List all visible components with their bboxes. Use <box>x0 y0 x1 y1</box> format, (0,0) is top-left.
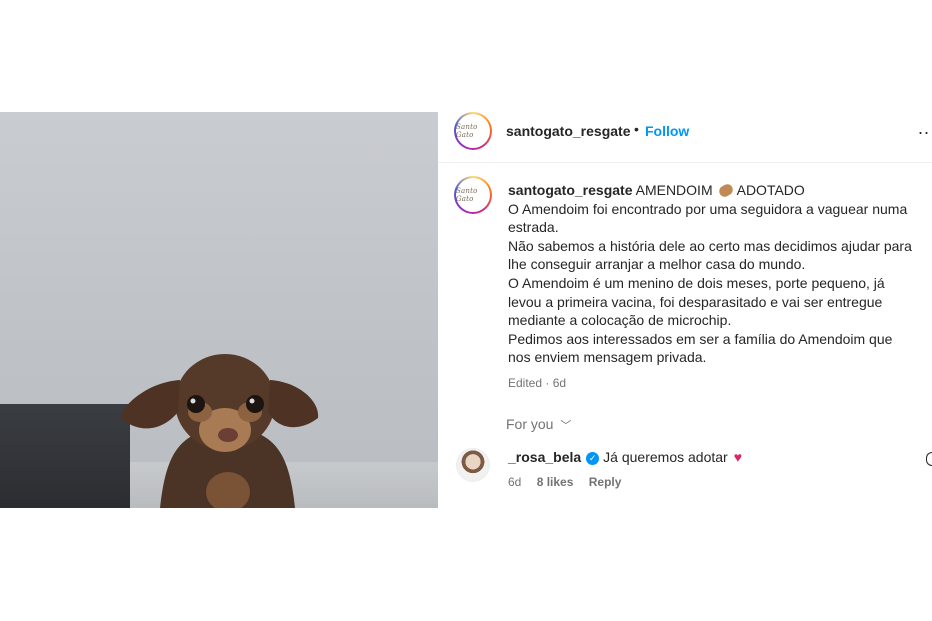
reply-button[interactable]: Reply <box>589 475 622 489</box>
comment-username[interactable]: _rosa_bela <box>508 449 581 465</box>
caption-line: Não sabemos a história dele ao certo mas… <box>508 237 912 254</box>
more-options-icon[interactable]: .. <box>918 118 930 139</box>
comment-meta: 6d 8 likes Reply <box>508 475 633 489</box>
commenter-avatar[interactable] <box>456 448 490 482</box>
heart-emoji-icon: ♥ <box>733 449 743 465</box>
post-image: › <box>0 112 438 508</box>
caption-line: O Amendoim é um menino de dois meses, po… <box>508 274 885 291</box>
caption-line: levou a primeira vacina, foi desparasita… <box>508 293 883 310</box>
caption-avatar[interactable]: Santo Gato <box>454 176 492 214</box>
avatar-logo-text: Santo Gato <box>456 114 490 148</box>
puppy-photo <box>120 354 319 508</box>
edited-timestamp: Edited · 6d <box>508 376 567 390</box>
comment-time: 6d <box>508 475 522 489</box>
peanut-emoji-icon <box>716 182 735 199</box>
caption-title-adotado: ADOTADO <box>736 182 805 198</box>
comment-text: Já queremos adotar <box>603 449 728 465</box>
caption-line: lhe conseguir arranjar a melhor casa do … <box>508 256 806 273</box>
caption-line: estrada. <box>508 219 559 236</box>
caption-avatar-logo-text: Santo Gato <box>456 178 490 212</box>
profile-avatar[interactable]: Santo Gato <box>454 112 492 150</box>
caption-title-amendoim: AMENDOIM <box>635 182 713 198</box>
like-comment-icon[interactable] <box>926 452 932 466</box>
for-you-label: For you <box>506 416 554 432</box>
caption-line: mediante a colocação de microchip. <box>508 312 732 329</box>
separator-dot: • <box>634 121 639 137</box>
comment-likes[interactable]: 8 likes <box>537 475 574 489</box>
caption-line: O Amendoim foi encontrado por uma seguid… <box>508 200 908 217</box>
post-username[interactable]: santogato_resgate <box>506 123 630 139</box>
follow-button[interactable]: Follow <box>645 123 689 139</box>
chevron-down-icon: ﹀ <box>560 420 572 432</box>
caption-username[interactable]: santogato_resgate <box>508 182 632 198</box>
verified-badge-icon: ✓ <box>586 452 600 465</box>
post-header: Santo Gato santogato_resgate • Follow .. <box>438 112 932 163</box>
post-caption: santogato_resgate AMENDOIM ADOTADO O Amen… <box>508 181 928 367</box>
caption-title-line: santogato_resgate AMENDOIM ADOTADO <box>508 181 928 200</box>
comment: _rosa_bela ✓ Já queremos adotar ♥ <box>508 449 742 465</box>
caption-line: nos enviem mensagem privada. <box>508 349 707 366</box>
for-you-dropdown[interactable]: For you ﹀ <box>506 416 571 433</box>
caption-line: Pedimos aos interessados em ser a famíli… <box>508 330 893 347</box>
post-details-panel: Santo Gato santogato_resgate • Follow ..… <box>438 112 932 508</box>
